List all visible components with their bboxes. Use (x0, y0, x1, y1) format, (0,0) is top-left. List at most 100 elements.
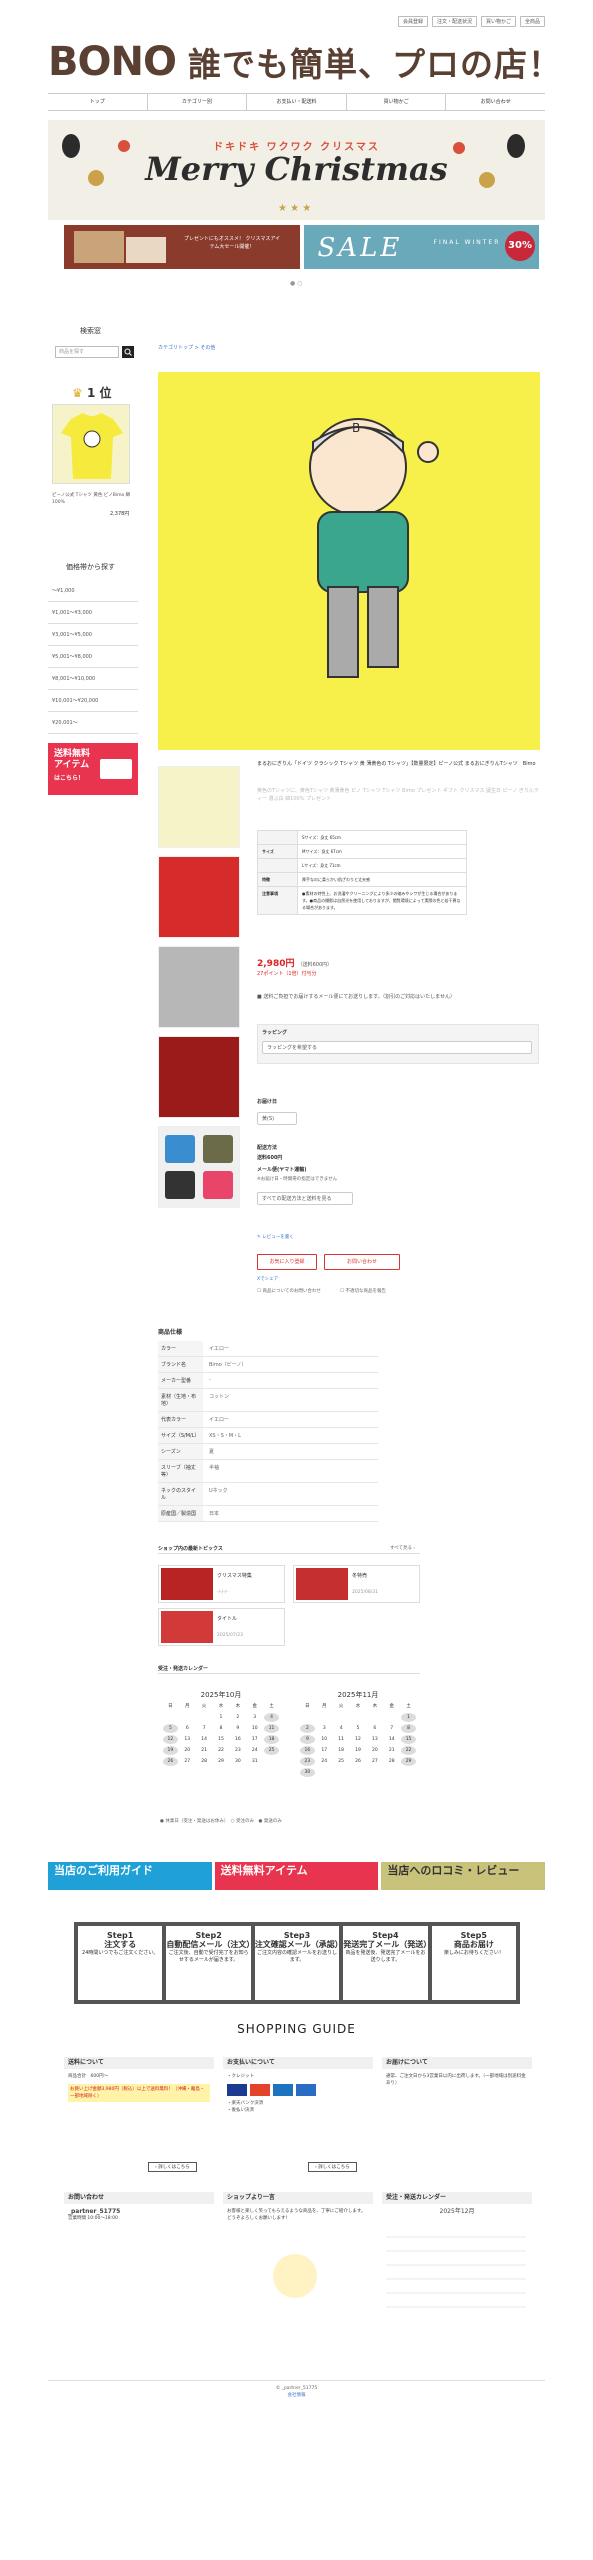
weekday-label: 水 (218, 1704, 224, 1709)
breadcrumb[interactable]: カテゴリトップ > その他 (158, 344, 215, 351)
step-card: Step2 自動配信メール（注文） ご注文後、自動で受付完了をお知らせするメールが届… (166, 1926, 254, 2000)
promo-banners: 当店のご利用ガイド 送料無料アイテム 当店へのロコミ・レビュー (48, 1862, 546, 1890)
inquiry-button[interactable]: お問い合わせ (324, 1254, 400, 1270)
weekday-label: 金 (252, 1704, 257, 1709)
shop-logo[interactable]: BONO 誰でも簡単、プロの店！ (48, 38, 562, 86)
review-banner[interactable]: 当店へのロコミ・レビュー (381, 1862, 546, 1890)
nav-category[interactable]: カテゴリー別 (148, 94, 248, 110)
delivery-fee: 送料600円 (257, 1155, 283, 1161)
register-link[interactable]: 会員登録 (397, 16, 428, 27)
weekday-label: 金 (389, 1704, 394, 1709)
guide-shipping: 送料について 商品合計 600円〜 お買い上げ金額3,980円（税込）以上で送料無… (64, 2057, 214, 2106)
product-title: まるおにぎりん「ドイツ クラシック Tシャツ 黄 薄黄色の Tシャツ」【数量限定… (257, 761, 536, 767)
top-links: 会員登録 注文・配送状況 買い物かご 全商品 (397, 16, 545, 27)
crown-icon: ♛ (72, 386, 83, 400)
topics-more-link[interactable]: すべて見る › (390, 1545, 415, 1552)
weekday-label: 月 (185, 1704, 190, 1709)
product-main-image[interactable]: B (158, 372, 540, 750)
question-link[interactable]: ☐ 商品についてのお問い合わせ (257, 1288, 321, 1295)
calendar-day: 4 (264, 1713, 279, 1722)
rank-item-name[interactable]: ピーノ公式 Tシャツ 黄色 ビノBimo 綿100% (52, 492, 134, 506)
guide-payment: お支払いについて ・クレジット ・楽天バンク決済 ・後払い決済 (223, 2057, 373, 2118)
thumbnail-mugs[interactable] (158, 1126, 240, 1208)
svg-text:B: B (352, 421, 360, 435)
cart-link[interactable]: 買い物かご (480, 16, 516, 27)
calendar-day: 13 (371, 1737, 378, 1742)
guide-more-button[interactable]: › 詳しくはこちら (308, 2162, 357, 2172)
order-status-link[interactable]: 注文・配送状況 (431, 16, 477, 27)
calendar-day: 31 (251, 1759, 258, 1764)
size-select[interactable]: 黄(S) (257, 1112, 297, 1125)
topic-card[interactable]: タイトル 2025/07/23 (158, 1608, 285, 1646)
search-input[interactable]: 商品を探す (55, 346, 119, 358)
thumbnail-red[interactable] (158, 856, 240, 938)
gift-icon (74, 231, 124, 263)
rank-label: ♛ 1 位 (72, 386, 112, 400)
rank-item-image[interactable] (52, 404, 130, 484)
calendar-day: 14 (388, 1737, 395, 1742)
price-range-item[interactable]: ¥10,001〜¥20,000 (48, 690, 138, 712)
thumbnail-banner[interactable] (158, 1036, 240, 1118)
calendar-day (300, 1713, 315, 1722)
calendar-day: 7 (390, 1726, 394, 1731)
calendar-day: 17 (321, 1748, 328, 1753)
guide-banner[interactable]: 当店のご利用ガイド (48, 1862, 212, 1890)
calendar-day: 3 (253, 1715, 257, 1720)
calendar-day (334, 1713, 349, 1722)
guide-more-button[interactable]: › 詳しくはこちら (148, 2162, 197, 2172)
calendar-day (163, 1713, 178, 1722)
weekday-label: 水 (355, 1704, 361, 1709)
favorite-button[interactable]: お気に入り登録 (257, 1254, 317, 1270)
price-range-item[interactable]: ¥1,001〜¥3,000 (48, 602, 138, 624)
review-link[interactable]: ✎ レビューを書く (257, 1234, 294, 1241)
calendar-grid: 日月火水木金土 1 2 3 4 5 6 7 8 9 10 11 12 13 14 15 16 17 18 19 20 21… (163, 1702, 279, 1766)
thumbnail-yellow[interactable] (158, 766, 240, 848)
calendar-day: 28 (388, 1759, 395, 1764)
topic-card[interactable]: クリスマス特集 -/-/-/- (158, 1565, 285, 1603)
calendar-day: 13 (184, 1737, 191, 1742)
price-range-item[interactable]: ¥5,001〜¥8,000 (48, 646, 138, 668)
calendar-day: 27 (371, 1759, 378, 1764)
topic-card[interactable]: 冬特売 2025/08/31 (293, 1565, 420, 1603)
calendar-day: 29 (401, 1757, 416, 1766)
free-shipping-banner[interactable]: 送料無料 アイテム はこちら！ (48, 743, 138, 795)
price-range-item[interactable]: ¥3,001〜¥5,000 (48, 624, 138, 646)
report-link[interactable]: ☐ 不適切な商品を報告 (340, 1288, 386, 1295)
winter-sale-banner[interactable]: SALE FINAL WINTER 30% (303, 225, 539, 269)
weekday-label: 火 (338, 1704, 344, 1709)
calendar-day: 10 (251, 1726, 258, 1731)
checkbox-icon: ☐ (257, 1289, 262, 1294)
calendar-day (317, 1713, 332, 1722)
nav-top[interactable]: トップ (48, 94, 148, 110)
weekday-label: 木 (235, 1704, 241, 1709)
share-link[interactable]: Xでシェア (257, 1276, 278, 1283)
calendar-day: 2 (236, 1715, 240, 1720)
christmas-banner[interactable]: ドキドキ ワクワク クリスマス Merry Christmas ★ ★ ★ (48, 120, 545, 220)
calendar-day: 28 (201, 1759, 207, 1764)
calendar-day: 19 (355, 1748, 361, 1753)
all-products-link[interactable]: 全商品 (519, 16, 545, 27)
price-heading: 価格帯から探す (66, 563, 115, 571)
price-range-item[interactable]: ¥20,001〜 (48, 712, 138, 734)
global-nav: トップ カテゴリー別 お支払い・配送料 買い物かご お問い合わせ (48, 93, 545, 111)
thumbnail-grey[interactable] (158, 946, 240, 1028)
calendar-day: 4 (339, 1726, 343, 1731)
wrapping-select[interactable]: ラッピングを希望する (262, 1041, 532, 1054)
gift-banner[interactable]: プレゼントにもオススメ！ クリスマスアイテム大セール開催！ (64, 225, 300, 269)
search-button[interactable] (122, 346, 134, 358)
discount-badge: 30% (505, 231, 535, 261)
nav-contact[interactable]: お問い合わせ (446, 94, 545, 110)
slider-dots[interactable]: ● ○ (290, 280, 302, 287)
delivery-method-select[interactable]: すべての配送方法と送料を見る (257, 1192, 353, 1205)
company-link[interactable]: 会社情報 (48, 2392, 545, 2399)
shopping-guide-title: SHOPPING GUIDE (237, 2022, 356, 2036)
mini-calendar (386, 2224, 526, 2308)
price-range-item[interactable]: 〜¥1,000 (48, 580, 138, 602)
sale-banners: プレゼントにもオススメ！ クリスマスアイテム大セール開催！ SALE FINAL… (64, 225, 539, 269)
price-range-item[interactable]: ¥8,001〜¥10,000 (48, 668, 138, 690)
calendar-day: 26 (163, 1757, 178, 1766)
calendar-november: 2025年11月 日月火水木金土 1 2 3 4 5 6 7 8 9 10 11 12 13 14 15 16 1… (300, 1690, 416, 1777)
free-shipping-promo[interactable]: 送料無料アイテム (214, 1862, 379, 1890)
nav-cart[interactable]: 買い物かご (347, 94, 447, 110)
nav-payment[interactable]: お支払い・配送料 (247, 94, 347, 110)
